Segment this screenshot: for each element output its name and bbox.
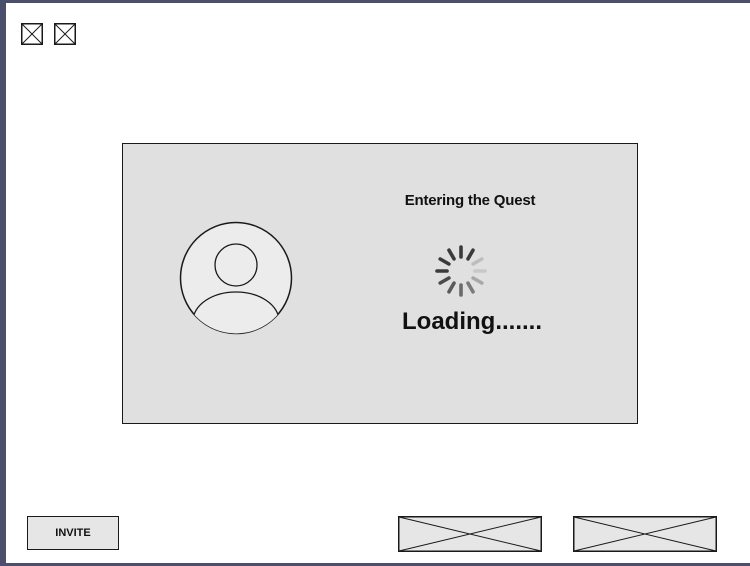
placeholder-button[interactable]	[573, 516, 717, 552]
window-frame-left	[0, 0, 6, 566]
dialog-title: Entering the Quest	[404, 192, 536, 209]
invite-button[interactable]: INVITE	[27, 516, 119, 550]
window-frame-top	[0, 0, 750, 3]
user-avatar-icon	[179, 221, 293, 335]
loading-spinner-icon	[435, 245, 487, 297]
loading-status-text: Loading.......	[402, 308, 542, 335]
placeholder-button[interactable]	[398, 516, 542, 552]
image-placeholder-icon[interactable]	[54, 23, 76, 45]
image-placeholder-icon[interactable]	[21, 23, 43, 45]
